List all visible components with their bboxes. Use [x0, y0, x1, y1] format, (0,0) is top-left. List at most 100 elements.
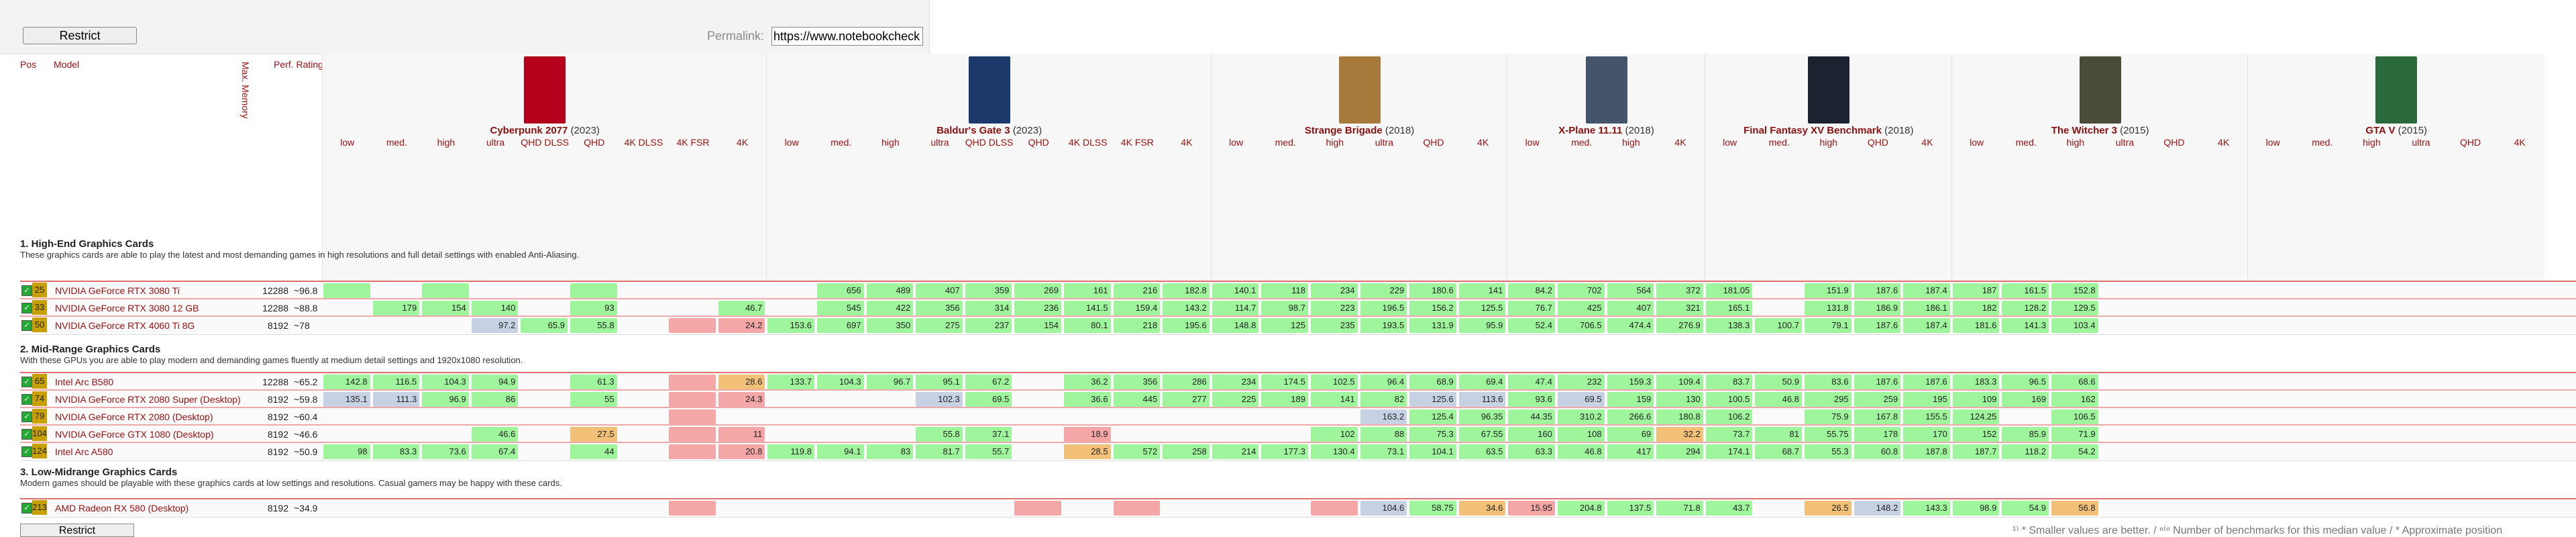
benchmark-cell[interactable]: 54.2 [2051, 444, 2098, 459]
benchmark-cell[interactable]: 47.4 [1508, 375, 1555, 389]
benchmark-cell[interactable]: 275 [916, 318, 963, 333]
benchmark-cell[interactable] [669, 392, 716, 407]
benchmark-cell[interactable]: 85.9 [2002, 427, 2049, 442]
setting-header[interactable]: 4K DLSS [619, 137, 669, 148]
benchmark-cell[interactable]: 55.7 [965, 444, 1012, 459]
benchmark-cell[interactable]: 65.9 [521, 318, 568, 333]
benchmark-cell[interactable]: 125.4 [1409, 409, 1456, 424]
benchmark-cell[interactable]: 67.4 [471, 444, 519, 459]
benchmark-cell[interactable]: 178 [1854, 427, 1901, 442]
benchmark-cell[interactable]: 125 [1261, 318, 1308, 333]
benchmark-cell[interactable]: 96.4 [1360, 375, 1407, 389]
benchmark-cell[interactable]: 94.9 [471, 375, 519, 389]
benchmark-cell[interactable]: 174.5 [1261, 375, 1308, 389]
setting-header[interactable]: 4K [1902, 137, 1952, 148]
benchmark-cell[interactable]: 359 [965, 283, 1012, 298]
benchmark-cell[interactable]: 167.8 [1854, 409, 1901, 424]
benchmark-cell[interactable]: 100.7 [1755, 318, 1802, 333]
benchmark-cell[interactable]: 50.9 [1755, 375, 1802, 389]
benchmark-cell[interactable]: 93.6 [1508, 392, 1555, 407]
benchmark-cell[interactable]: 73.7 [1705, 427, 1753, 442]
game-title[interactable]: Strange Brigade (2018) [1212, 125, 1508, 136]
setting-header[interactable]: high [1310, 137, 1360, 148]
benchmark-cell[interactable]: 159 [1607, 392, 1654, 407]
setting-header[interactable]: 4K [718, 137, 767, 148]
benchmark-cell[interactable]: 356 [1113, 375, 1161, 389]
benchmark-cell[interactable]: 131.8 [1805, 301, 1851, 315]
benchmark-cell[interactable]: 259 [1854, 392, 1901, 407]
benchmark-cell[interactable]: 124.25 [1952, 409, 2000, 424]
benchmark-cell[interactable]: 141 [1311, 392, 1358, 407]
benchmark-cell[interactable]: 55.8 [916, 427, 963, 442]
benchmark-cell[interactable]: 223 [1311, 301, 1358, 315]
setting-header[interactable]: QHD DLSS [520, 137, 570, 148]
benchmark-cell[interactable]: 104.3 [817, 375, 864, 389]
benchmark-cell[interactable]: 141.5 [1064, 301, 1111, 315]
benchmark-cell[interactable]: 63.5 [1458, 444, 1506, 459]
benchmark-cell[interactable]: 68.7 [1755, 444, 1802, 459]
benchmark-cell[interactable]: 60.8 [1854, 444, 1901, 459]
benchmark-cell[interactable]: 697 [817, 318, 864, 333]
benchmark-cell[interactable]: 71.9 [2051, 427, 2098, 442]
benchmark-cell[interactable]: 141 [1458, 283, 1506, 298]
benchmark-cell[interactable]: 111.3 [372, 392, 420, 407]
setting-header[interactable]: ultra [915, 137, 965, 148]
benchmark-cell[interactable]: 564 [1607, 283, 1654, 298]
benchmark-cell[interactable]: 310.2 [1558, 409, 1605, 424]
benchmark-cell[interactable]: 68.6 [2051, 375, 2098, 389]
benchmark-cell[interactable]: 44 [570, 444, 617, 459]
benchmark-cell[interactable]: 187.6 [1854, 318, 1901, 333]
benchmark-cell[interactable]: 58.75 [1409, 501, 1456, 516]
row-checkbox[interactable]: ✓ [21, 303, 32, 313]
benchmark-cell[interactable]: 163.2 [1360, 409, 1407, 424]
benchmark-cell[interactable]: 474.4 [1607, 318, 1654, 333]
setting-header[interactable]: 4K FSR [1113, 137, 1163, 148]
benchmark-cell[interactable]: 187.6 [1854, 283, 1901, 298]
setting-header[interactable]: 4K [1162, 137, 1212, 148]
benchmark-cell[interactable]: 572 [1113, 444, 1161, 459]
benchmark-cell[interactable]: 195.6 [1163, 318, 1210, 333]
benchmark-cell[interactable]: 489 [866, 283, 914, 298]
benchmark-cell[interactable]: 372 [1656, 283, 1703, 298]
setting-header[interactable]: QHD [1014, 137, 1063, 148]
benchmark-cell[interactable]: 179 [372, 301, 420, 315]
gpu-model-link[interactable]: Intel Arc B580 [55, 377, 113, 387]
benchmark-cell[interactable]: 32.2 [1656, 427, 1703, 442]
benchmark-cell[interactable]: 407 [916, 283, 963, 298]
benchmark-cell[interactable]: 75.9 [1805, 409, 1851, 424]
benchmark-cell[interactable]: 216 [1113, 283, 1161, 298]
game-cover-image[interactable] [1338, 56, 1381, 124]
benchmark-cell[interactable]: 125.5 [1458, 301, 1506, 315]
benchmark-cell[interactable]: 234 [1311, 283, 1358, 298]
benchmark-cell[interactable]: 15.95 [1508, 501, 1555, 516]
benchmark-cell[interactable]: 135.1 [323, 392, 370, 407]
row-checkbox[interactable]: ✓ [21, 394, 32, 405]
setting-header[interactable]: med. [2298, 137, 2347, 148]
setting-header[interactable]: low [1952, 137, 2002, 148]
benchmark-cell[interactable]: 129.5 [2051, 301, 2098, 315]
benchmark-cell[interactable] [669, 444, 716, 459]
benchmark-cell[interactable]: 113.6 [1458, 392, 1506, 407]
game-cover-image[interactable] [2079, 56, 2121, 124]
benchmark-cell[interactable]: 193.5 [1360, 318, 1407, 333]
benchmark-cell[interactable]: 128.2 [2002, 301, 2049, 315]
benchmark-cell[interactable]: 69.4 [1458, 375, 1506, 389]
benchmark-cell[interactable]: 218 [1113, 318, 1161, 333]
setting-header[interactable]: high [2051, 137, 2100, 148]
benchmark-cell[interactable] [669, 501, 716, 516]
benchmark-cell[interactable]: 103.4 [2051, 318, 2098, 333]
benchmark-cell[interactable]: 196.5 [1360, 301, 1407, 315]
benchmark-cell[interactable]: 95.9 [1458, 318, 1506, 333]
benchmark-cell[interactable]: 161 [1064, 283, 1111, 298]
benchmark-cell[interactable]: 75.3 [1409, 427, 1456, 442]
benchmark-cell[interactable]: 187.7 [1952, 444, 2000, 459]
game-title[interactable]: The Witcher 3 (2015) [1952, 125, 2249, 136]
benchmark-cell[interactable]: 445 [1113, 392, 1161, 407]
setting-header[interactable]: ultra [2396, 137, 2446, 148]
benchmark-cell[interactable]: 28.5 [1064, 444, 1111, 459]
benchmark-cell[interactable]: 130.4 [1311, 444, 1358, 459]
benchmark-cell[interactable]: 94.1 [817, 444, 864, 459]
benchmark-cell[interactable]: 55 [570, 392, 617, 407]
game-cover-image[interactable] [524, 56, 566, 124]
benchmark-cell[interactable]: 102.5 [1311, 375, 1358, 389]
